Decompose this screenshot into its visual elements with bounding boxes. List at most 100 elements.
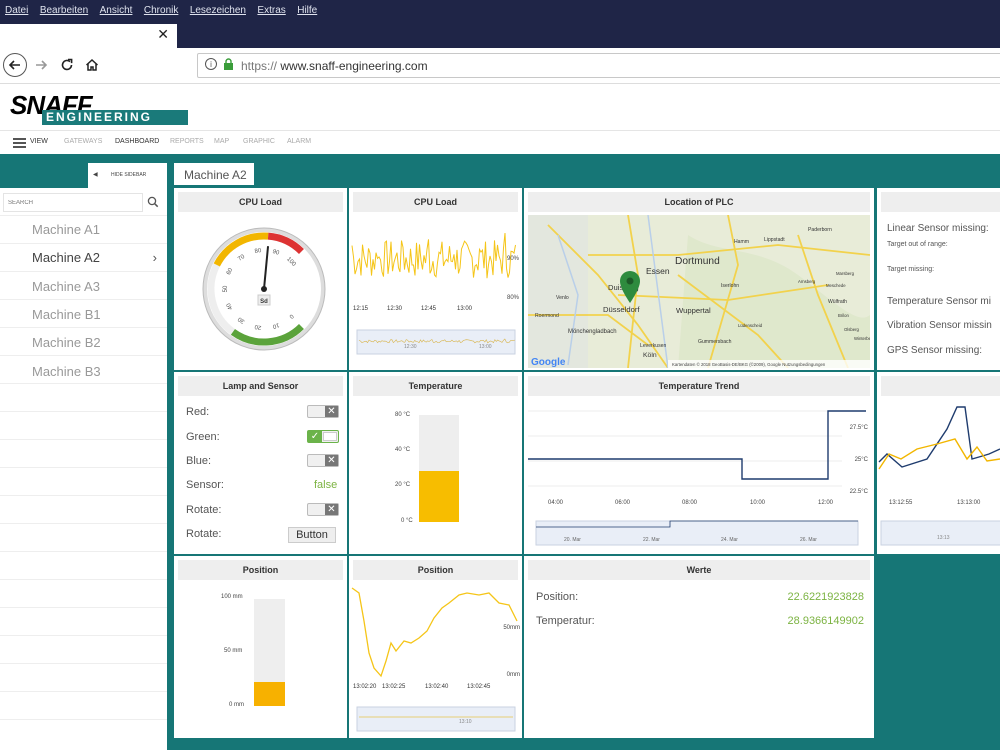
- nav-reports[interactable]: REPORTS: [170, 138, 204, 145]
- url-text: https:// www.snaff-engineering.com: [241, 59, 428, 73]
- cpu-x-tick: 12:15: [353, 306, 369, 312]
- rotate-toggle[interactable]: ✕: [307, 503, 339, 516]
- panel-title: CPU Load: [178, 192, 343, 212]
- map-city-label: Lippstadt: [764, 237, 785, 243]
- panel-title: Location of PLC: [528, 192, 870, 212]
- nav-gateways[interactable]: GATEWAYS: [64, 138, 102, 145]
- alarm-linear-sensor: Linear Sensor missing:: [887, 223, 989, 234]
- green-label: Green:: [186, 431, 220, 443]
- sidebar-item-machine-a2[interactable]: Machine A2 ›: [0, 244, 167, 272]
- search-icon[interactable]: [146, 195, 161, 210]
- sidebar-item-machine-b1[interactable]: Machine B1: [0, 301, 167, 329]
- menu-datei[interactable]: Datei: [5, 5, 28, 16]
- check-icon: ✓: [308, 431, 322, 442]
- tab-machine-a2[interactable]: Machine A2: [174, 163, 254, 187]
- trend-x-tick: 08:00: [682, 500, 698, 506]
- close-tab-icon[interactable]: ✕: [157, 26, 169, 43]
- temp-tick-80: 80 °C: [395, 412, 411, 418]
- trend-x-tick: 06:00: [615, 500, 631, 506]
- map-city-label: Leverkusen: [640, 343, 667, 349]
- alarm-target-out: Target out of range:: [887, 241, 948, 248]
- search-input[interactable]: [3, 193, 143, 212]
- forward-arrow-icon[interactable]: [30, 54, 52, 76]
- chevron-right-icon: ›: [152, 250, 157, 265]
- map-city-label: Wuppertal: [676, 306, 711, 315]
- trend-navigator-tick: 22. Mar: [643, 537, 660, 543]
- menu-bearbeiten[interactable]: Bearbeiten: [40, 5, 88, 16]
- browser-tab[interactable]: ✕: [0, 24, 177, 48]
- cpu-navigator-tick: 12:30: [404, 344, 417, 350]
- nav-map[interactable]: MAP: [214, 138, 229, 145]
- sidebar-divider: [0, 579, 167, 580]
- hide-sidebar-button[interactable]: ◀ HIDE SIDEBAR: [88, 163, 167, 188]
- menu-lesezeichen[interactable]: Lesezeichen: [190, 5, 246, 16]
- panel-title: Position: [178, 560, 343, 580]
- red-toggle[interactable]: ✕: [307, 405, 339, 418]
- position-tick-50: 50 mm: [224, 648, 243, 654]
- sidebar-item-machine-a1[interactable]: Machine A1: [0, 216, 167, 244]
- rotate-button[interactable]: Button: [288, 527, 336, 543]
- menu-extras[interactable]: Extras: [257, 5, 285, 16]
- trend-navigator-tick: 24. Mar: [721, 537, 738, 543]
- menu-chronik[interactable]: Chronik: [144, 5, 178, 16]
- red-label: Red:: [186, 406, 210, 418]
- green-toggle[interactable]: ✓: [307, 430, 339, 443]
- position-tick-100: 100 mm: [221, 594, 243, 600]
- map-city-label: Gummersbach: [698, 339, 732, 345]
- cpu-x-tick: 12:45: [421, 306, 437, 312]
- reload-icon[interactable]: [56, 54, 78, 76]
- position-navigator: [356, 706, 516, 732]
- map-city-label: Paderborn: [808, 227, 832, 233]
- info-icon[interactable]: i: [205, 58, 217, 70]
- position-line-chart: 50mm 0mm 13:02:20 13:02:25 13:02:40 13:02:45 1…: [351, 587, 520, 732]
- plc-location-map[interactable]: EssenDortmundDuisburgDüsseldorfWuppertal…: [528, 215, 870, 368]
- rotate-button-label: Rotate:: [186, 528, 222, 540]
- map-city-label: Arnsberg: [798, 279, 816, 284]
- hamburger-icon[interactable]: [13, 138, 26, 148]
- temperature-label: Temperatur:: [536, 615, 595, 627]
- position-bar: [254, 599, 285, 706]
- sidebar-item-label: Machine A2: [32, 250, 100, 265]
- nav-dashboard[interactable]: DASHBOARD: [115, 138, 159, 145]
- position-y-tick-bottom: 0mm: [507, 672, 520, 678]
- google-logo: Google: [531, 357, 566, 368]
- lock-icon: [224, 58, 233, 70]
- back-arrow-icon[interactable]: [3, 53, 27, 77]
- position-bar-fill: [254, 682, 285, 706]
- position-x-tick: 13:02:20: [353, 684, 377, 690]
- nav-alarm[interactable]: ALARM: [287, 138, 311, 145]
- blue-toggle[interactable]: ✕: [307, 454, 339, 467]
- nav-graphic[interactable]: GRAPHIC: [243, 138, 275, 145]
- werte-panel: Werte Position: 22.6221923828 Temperatur…: [524, 556, 874, 738]
- position-chart-panel: Position 50mm 0mm 13:02:20 13:02:25 13:02:40…: [349, 556, 522, 738]
- temperature-panel: Temperature 80 °C 40 °C 20 °C 0 °C: [349, 372, 522, 554]
- position-x-tick: 13:02:45: [467, 684, 491, 690]
- x-icon: ✕: [325, 406, 338, 417]
- cpu-x-tick: 13:00: [457, 306, 473, 312]
- trend-y-tick: 25°C: [855, 457, 869, 463]
- cpu-y-tick-bottom: 80%: [507, 295, 520, 301]
- address-bar[interactable]: i https:// www.snaff-engineering.com: [197, 53, 1000, 78]
- sidebar-divider: [0, 467, 167, 468]
- app-nav: VIEW GATEWAYS DASHBOARD REPORTS MAP GRAP…: [0, 130, 1000, 154]
- nav-view[interactable]: VIEW: [30, 138, 48, 145]
- map-city-label: Lüdenscheid: [738, 323, 763, 328]
- map-city-label: Winterberg: [854, 336, 870, 341]
- menu-hilfe[interactable]: Hilfe: [297, 5, 317, 16]
- cpu-chart-panel: CPU Load 90% 80% 12:15 12:30 12:45 13:00 12:30…: [349, 188, 522, 370]
- sidebar-item-machine-b2[interactable]: Machine B2: [0, 329, 167, 357]
- menu-ansicht[interactable]: Ansicht: [100, 5, 133, 16]
- map-city-label: Dortmund: [675, 256, 720, 267]
- sidebar-divider: [0, 411, 167, 412]
- alarm-temperature-sensor: Temperature Sensor mi: [887, 296, 991, 307]
- chevron-left-icon: ◀: [93, 172, 98, 178]
- sidebar-item-machine-b3[interactable]: Machine B3: [0, 358, 167, 386]
- map-city-label: Marsberg: [836, 271, 855, 276]
- cpu-series-line: [351, 232, 516, 279]
- sidebar-item-machine-a3[interactable]: Machine A3: [0, 273, 167, 301]
- map-city-label: Düsseldorf: [603, 305, 640, 314]
- gauge-tick-label: 50: [223, 285, 229, 292]
- map-city-label: Wülfrath: [828, 299, 847, 305]
- home-icon[interactable]: [81, 54, 103, 76]
- snaff-logo: SNAFF ENGINEERING: [10, 90, 188, 126]
